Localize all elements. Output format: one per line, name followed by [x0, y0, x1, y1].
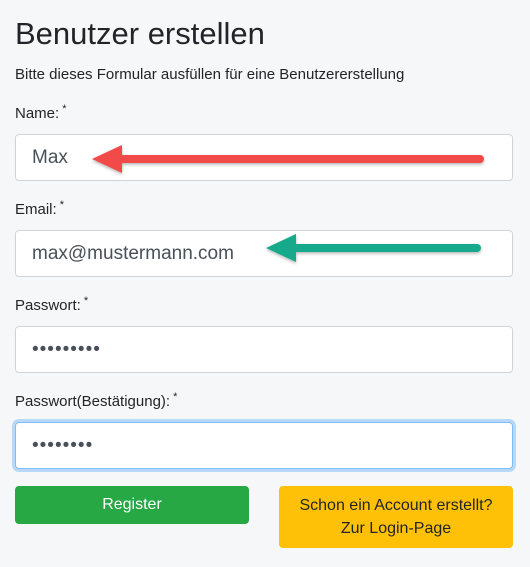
- login-button-line1: Schon ein Account erstellt?: [299, 497, 493, 514]
- password-label: Passwort: *: [15, 296, 88, 316]
- name-input[interactable]: [15, 134, 513, 181]
- email-label: Email: *: [15, 200, 64, 220]
- name-label: Name: *: [15, 104, 66, 124]
- required-marker: *: [83, 295, 89, 307]
- password-confirm-input[interactable]: [15, 422, 513, 469]
- required-marker: *: [59, 199, 64, 211]
- password-confirm-label: Passwort(Bestätigung): *: [15, 392, 177, 412]
- page-subtitle: Bitte dieses Formular ausfüllen für eine…: [15, 66, 405, 83]
- password-input[interactable]: [15, 326, 513, 373]
- password-label-text: Passwort:: [15, 297, 81, 314]
- email-input[interactable]: [15, 230, 513, 277]
- password-confirm-label-text: Passwort(Bestätigung):: [15, 393, 171, 410]
- name-label-text: Name:: [15, 105, 60, 122]
- required-marker: *: [173, 391, 178, 403]
- annotation-arrows: [92, 145, 484, 262]
- page-title: Benutzer erstellen: [15, 16, 265, 51]
- email-label-text: Email:: [15, 201, 57, 218]
- login-page-button[interactable]: Schon ein Account erstellt? Zur Login-Pa…: [279, 486, 513, 548]
- register-button[interactable]: Register: [15, 486, 249, 524]
- login-button-line2: Zur Login-Page: [340, 520, 452, 537]
- required-marker: *: [62, 103, 67, 115]
